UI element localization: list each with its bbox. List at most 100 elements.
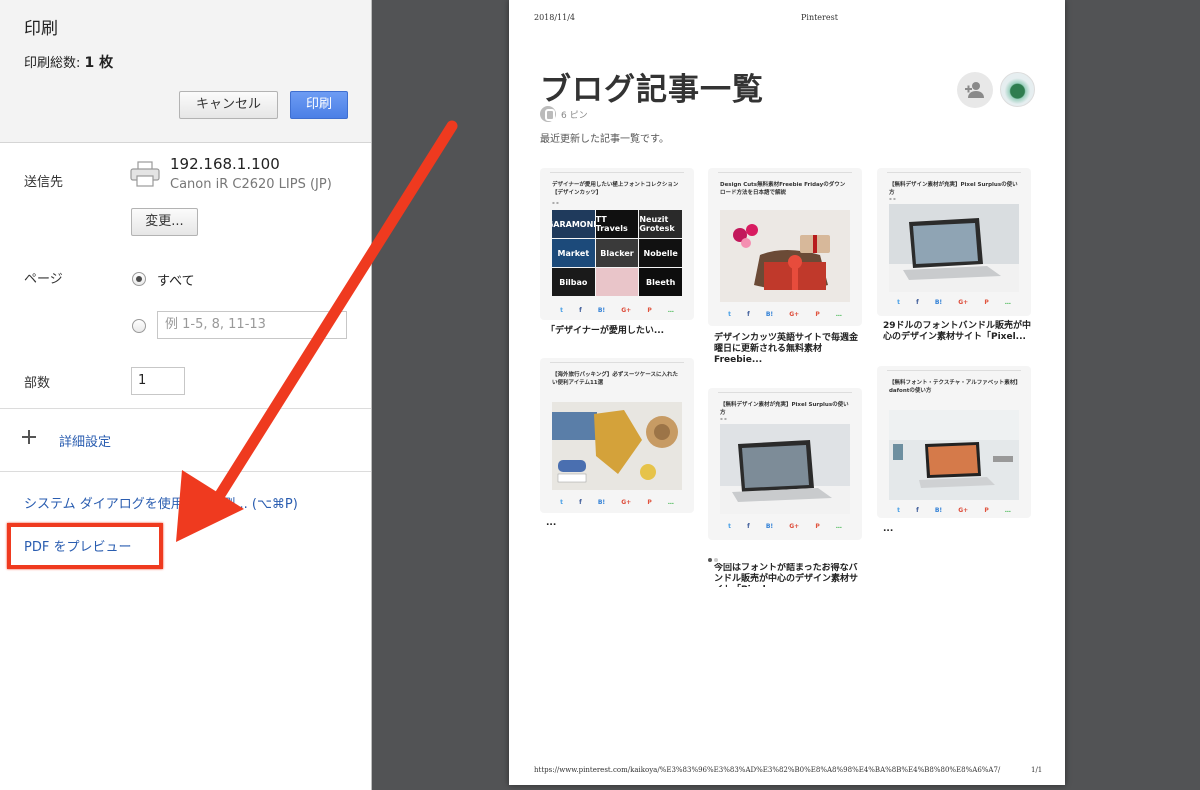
pin-count: 6 ピン	[561, 111, 588, 121]
total-sheets: 印刷総数: 1 枚	[24, 52, 113, 72]
pocket-icon: P	[815, 522, 820, 530]
cancel-button[interactable]: キャンセル	[179, 91, 278, 119]
card-caption: 29ドルのフォントバンドル販売が中心のデザイン素材サイト「Pixel...	[883, 321, 1031, 342]
pin-card: 【無料デザイン素材が充実】Pixel Surplusの使い方 ▪ ▪ t f B…	[877, 168, 1031, 316]
font-sample: TT Travels	[595, 210, 639, 238]
facebook-icon: f	[916, 506, 919, 514]
twitter-icon: t	[560, 498, 563, 506]
line-icon: …	[835, 522, 842, 530]
page-range-input[interactable]: 例 1-5, 8, 11-13	[157, 311, 347, 339]
line-icon: …	[667, 306, 674, 314]
destination-label: 送信先	[24, 175, 64, 190]
share-bar: t f B! G+ P …	[720, 308, 850, 320]
google-plus-icon: G+	[789, 310, 800, 318]
share-bar: t f B! G+ P …	[889, 296, 1019, 308]
hatena-icon: B!	[597, 306, 606, 314]
carousel-dot-active	[708, 558, 712, 562]
card-caption: ...	[546, 518, 557, 528]
print-preview-page: 2018/11/4 Pinterest ブログ記事一覧 6 ピン 最近更新した記…	[509, 0, 1065, 785]
pages-label: ページ	[24, 272, 63, 287]
printer-model: Canon iR C2620 LIPS (JP)	[170, 177, 332, 192]
card-category	[550, 172, 684, 176]
pin-card: Design Cuts無料素材Freebie Fridayのダウンロード方法を日…	[708, 168, 862, 326]
card-title: Design Cuts無料素材Freebie Fridayのダウンロード方法を日…	[720, 182, 846, 196]
line-icon: …	[835, 310, 842, 318]
twitter-icon: t	[897, 298, 900, 306]
card-image	[552, 402, 682, 490]
twitter-icon: t	[897, 506, 900, 514]
print-settings-panel: 印刷 印刷総数: 1 枚 キャンセル 印刷 送信先 192.168.1.100 …	[0, 0, 372, 790]
share-bar: t f B! G+ P …	[552, 304, 682, 316]
board-description: 最近更新した記事一覧です。	[540, 134, 669, 145]
font-sample: Nobelle	[639, 239, 682, 267]
card-image	[720, 424, 850, 514]
add-collaborator-icon	[957, 72, 993, 108]
card-title: 【無料デザイン素材が充実】Pixel Surplusの使い方	[889, 182, 1018, 196]
hatena-icon: B!	[597, 498, 606, 506]
pages-all-radio[interactable]	[132, 272, 146, 286]
card-title: デザイナーが愛用したい極上フォントコレクション【デザインカッツ】	[552, 182, 679, 196]
facebook-icon: f	[916, 298, 919, 306]
card-category	[550, 362, 684, 366]
card-caption: 今回はフォントが詰まったお得なバンドル販売が中心のデザイン素材サイト「Pixel…	[714, 563, 859, 587]
font-sample: Bilbao	[552, 268, 595, 296]
font-sample: Blacker	[595, 239, 639, 267]
board-title: ブログ記事一覧	[540, 72, 764, 108]
hatena-icon: B!	[934, 298, 943, 306]
line-icon: …	[1004, 298, 1011, 306]
facebook-icon: f	[579, 306, 582, 314]
total-sheets-label: 印刷総数:	[24, 56, 85, 71]
facebook-icon: f	[747, 310, 750, 318]
change-destination-button[interactable]: 変更...	[131, 208, 198, 236]
font-sample: Bleeth	[639, 268, 682, 296]
card-image	[889, 204, 1019, 292]
annotation-highlight	[7, 523, 163, 569]
share-bar: t f B! G+ P …	[889, 504, 1019, 516]
pocket-icon: P	[647, 306, 652, 314]
google-plus-icon: G+	[789, 522, 800, 530]
carousel-dot	[714, 558, 718, 562]
card-caption: 「デザイナーが愛用したい...	[546, 326, 665, 336]
twitter-icon: t	[728, 310, 731, 318]
pin-card: デザイナーが愛用したい極上フォントコレクション【デザインカッツ】 ▪ ▪ GAR…	[540, 168, 694, 320]
share-bar: t f B! G+ P …	[552, 496, 682, 508]
google-plus-icon: G+	[621, 306, 632, 314]
pocket-icon: P	[815, 310, 820, 318]
hatena-icon: B!	[765, 310, 774, 318]
pocket-icon: P	[647, 498, 652, 506]
card-category	[887, 370, 1021, 374]
divider	[0, 471, 371, 472]
card-meta: ▪ ▪	[889, 196, 896, 201]
pin-card: 【無料フォント・テクスチャ・アルファベット素材】dafontの使い方 t f B…	[877, 366, 1031, 518]
plus-icon[interactable]	[22, 430, 36, 444]
pages-custom-radio[interactable]	[132, 319, 146, 333]
card-image	[889, 410, 1019, 500]
font-sample: Market	[552, 239, 595, 267]
printer-icon	[130, 161, 160, 187]
card-meta: ▪ ▪	[720, 416, 727, 421]
page-footer-url: https://www.pinterest.com/kaikoya/%E3%83…	[534, 766, 1001, 774]
facebook-icon: f	[579, 498, 582, 506]
page-header-title: Pinterest	[801, 13, 838, 22]
print-button[interactable]: 印刷	[290, 91, 348, 119]
card-category	[887, 172, 1021, 176]
copies-input[interactable]: 1	[131, 367, 185, 395]
twitter-icon: t	[728, 522, 731, 530]
system-dialog-link[interactable]: システム ダイアログを使用して印刷... (⌥⌘P)	[24, 493, 298, 512]
line-icon: …	[667, 498, 674, 506]
google-plus-icon: G+	[958, 506, 969, 514]
advanced-settings-link[interactable]: 詳細設定	[59, 431, 111, 450]
total-sheets-value: 1 枚	[84, 55, 114, 71]
card-caption: デザインカッツ英語サイトで毎週金曜日に更新される無料素材Freebie...	[714, 333, 859, 365]
card-category	[718, 392, 852, 396]
avatar	[1000, 72, 1035, 107]
user-icon	[540, 106, 556, 122]
font-sample	[595, 268, 639, 296]
card-title: 【海外旅行パッキング】必ずスーツケースに入れたい便利アイテム11選	[552, 372, 678, 386]
line-icon: …	[1004, 506, 1011, 514]
page-number: 1/1	[1031, 766, 1043, 774]
print-header: 印刷 印刷総数: 1 枚 キャンセル 印刷	[0, 0, 371, 143]
card-image: GARAMOND TT Travels Neuzit Grotesk Marke…	[552, 210, 682, 296]
pin-card: 【海外旅行パッキング】必ずスーツケースに入れたい便利アイテム11選 t f B!…	[540, 358, 694, 513]
card-caption: ...	[883, 524, 894, 534]
